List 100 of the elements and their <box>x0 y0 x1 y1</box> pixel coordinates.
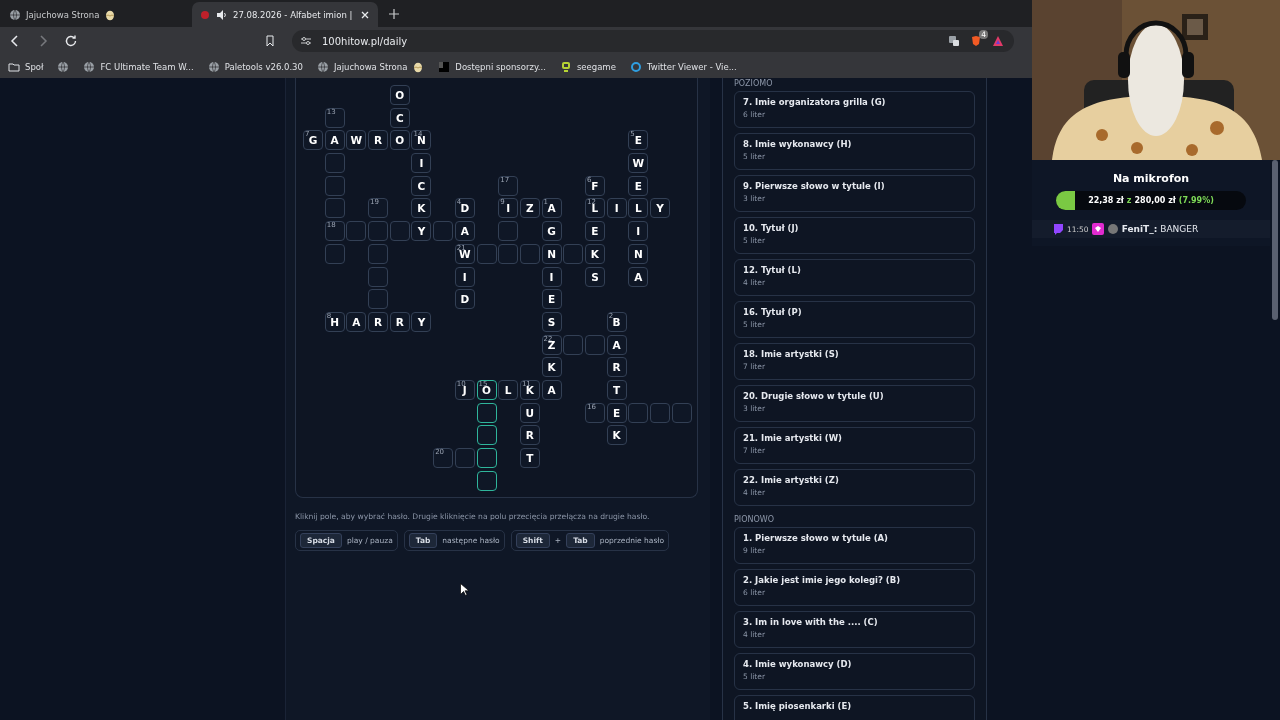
crossword-cell[interactable]: R <box>606 357 627 378</box>
clue-title: 9. Pierwsze słowo w tytule (I) <box>743 181 886 191</box>
tab-title: Jajuchowa Strona <box>26 9 100 20</box>
clue-title: 12. Tytuł (L) <box>743 265 802 275</box>
crossword-cell[interactable]: T <box>519 448 540 468</box>
section-heading: POZIOMO <box>734 79 774 88</box>
crossword-cell[interactable]: S <box>584 266 605 287</box>
cell-letter: R <box>374 134 383 147</box>
cell-letter: I <box>419 157 424 170</box>
crossword-cell[interactable]: G <box>541 221 562 242</box>
crossword-cell[interactable]: A <box>454 221 475 242</box>
cell-letter: D <box>460 293 470 306</box>
clue-title: 4. Imie wykonawcy (D) <box>743 659 853 669</box>
goal-percent: (7.99%) <box>1178 196 1214 205</box>
crossword-cell[interactable]: E <box>628 175 649 196</box>
crossword-cell[interactable]: I <box>606 198 627 219</box>
bookmark-item[interactable]: Twitter Viewer - Vie... <box>629 60 737 73</box>
clue-card[interactable]: 5. Imię piosenkarki (E) <box>734 695 975 720</box>
clue-title: 3. Im in love with the .... (C) <box>743 617 879 627</box>
crossword-cell[interactable]: Z <box>519 198 540 219</box>
crossword-cell[interactable]: I <box>541 266 562 287</box>
crossword-cell[interactable]: I <box>628 221 649 242</box>
cell-letter: K <box>417 202 426 215</box>
cell-letter: U <box>525 406 535 419</box>
goal-title: Na mikrofon <box>1112 172 1190 185</box>
cell-letter: O <box>395 89 405 101</box>
bookmark-item[interactable]: seegame <box>559 60 616 73</box>
cell-letter: O <box>395 134 405 147</box>
bookmark-item[interactable]: Dostępni sponsorzy... <box>438 60 546 73</box>
crossword-cell[interactable]: Y <box>650 198 670 219</box>
crossword-cell[interactable]: Y <box>411 221 432 242</box>
clue-title: 1. Pierwsze słowo w tytule (A) <box>743 533 889 543</box>
cell-letter: E <box>634 179 642 192</box>
bookmark-item[interactable]: Paletools v26.0.30 <box>207 60 303 73</box>
bookmark-item[interactable]: Jajuchowa Strona <box>316 60 425 73</box>
cell-letter: S <box>547 315 556 328</box>
crossword-cell[interactable]: E <box>584 221 605 242</box>
browser-tab[interactable]: Jajuchowa Strona <box>2 2 188 27</box>
cell-letter: A <box>460 225 469 238</box>
crossword-cell[interactable]: D <box>454 289 475 310</box>
cell-letter: N <box>633 247 643 260</box>
bookmark-item[interactable]: Społ <box>8 60 44 73</box>
crossword-cell[interactable]: O <box>389 85 410 105</box>
crossword-cell[interactable]: L <box>628 198 649 219</box>
cell-letter: S <box>591 270 599 283</box>
crossword-cell[interactable]: K <box>606 425 627 446</box>
crossword-cell[interactable]: A <box>346 311 367 332</box>
cell-letter: R <box>395 315 404 328</box>
cell-letter: R <box>374 315 383 328</box>
cell-letter: E <box>613 406 621 419</box>
crossword-cell[interactable]: O <box>389 130 410 151</box>
crossword-cell[interactable]: L <box>498 379 519 400</box>
cell-letter: E <box>634 134 642 147</box>
cell-letter: K <box>612 429 621 442</box>
cell-letter: K <box>547 361 556 374</box>
cell-letter: I <box>462 270 467 283</box>
section-heading: PIONOWO <box>734 515 775 524</box>
crossword-cell[interactable]: A <box>606 334 627 355</box>
crossword-cell[interactable]: R <box>389 311 410 332</box>
cell-letter: Z <box>526 202 534 215</box>
crossword-cell[interactable]: Y <box>411 311 432 332</box>
crossword-cell[interactable]: A <box>541 379 562 400</box>
crossword-cell[interactable]: I <box>411 153 432 174</box>
crossword-cell[interactable]: R <box>368 130 389 151</box>
crossword-cell[interactable]: A <box>628 266 649 287</box>
crossword-cell[interactable]: N <box>541 243 562 264</box>
cell-letter: L <box>504 383 512 396</box>
clue-title: 5. Imię piosenkarki (E) <box>743 701 853 711</box>
browser-tab[interactable]: 27.08.2026 - Alfabet imion | <box>192 2 378 27</box>
crossword-cell[interactable]: R <box>368 311 389 332</box>
crossword-cell[interactable]: K <box>541 357 562 378</box>
crossword-cell[interactable]: C <box>389 107 410 128</box>
crossword-cell[interactable]: U <box>519 402 540 423</box>
crossword-cell[interactable]: C <box>411 175 432 196</box>
crossword-cell[interactable]: E <box>541 289 562 310</box>
cell-letter: B <box>612 315 621 328</box>
crossword-cell[interactable]: T <box>606 379 627 400</box>
crossword-cell[interactable]: R <box>519 425 540 446</box>
cell-letter: A <box>352 315 361 328</box>
clue-title: 18. Imie artystki (S) <box>743 349 840 359</box>
crossword-cell[interactable]: I <box>454 266 475 287</box>
cell-letter: A <box>330 134 339 147</box>
goal-target: 280,00 zł <box>1134 196 1176 205</box>
cell-letter: A <box>547 383 556 396</box>
chat-text: BANGER <box>1160 224 1199 234</box>
crossword-cell[interactable]: A <box>324 130 345 151</box>
cell-letter: A <box>547 202 556 215</box>
cell-letter: R <box>612 361 621 374</box>
tab-title: 27.08.2026 - Alfabet imion | <box>233 9 353 20</box>
cell-letter: I <box>549 270 554 283</box>
bookmark-item[interactable]: FC Ultimate Team W... <box>83 60 194 73</box>
clue-title: 2. Jakie jest imie jego kolegi? (B) <box>743 575 902 585</box>
cell-letter: Y <box>417 315 426 328</box>
cell-letter: G <box>308 134 318 147</box>
crossword-cell[interactable]: K <box>584 243 605 264</box>
crossword-cell[interactable]: N <box>628 243 649 264</box>
cell-letter: A <box>634 270 643 283</box>
crossword-cell[interactable]: S <box>541 311 562 332</box>
crossword-cell[interactable]: E <box>606 402 627 423</box>
crossword-cell[interactable]: K <box>411 198 432 219</box>
